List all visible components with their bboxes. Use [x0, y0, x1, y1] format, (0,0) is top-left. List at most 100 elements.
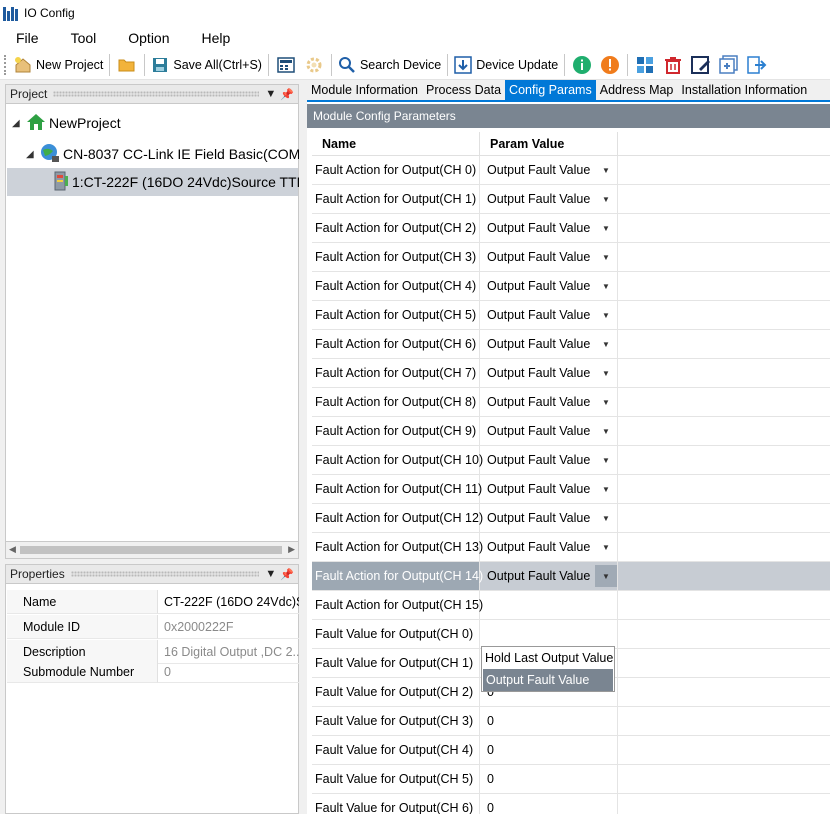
param-value-cell[interactable]	[480, 591, 618, 619]
tree-item-root[interactable]: ◢ NewProject	[12, 112, 121, 134]
menu-option[interactable]: Option	[112, 30, 185, 46]
tree-item-module[interactable]: 1:CT-222F (16DO 24Vdc)Source TTL	[7, 168, 304, 196]
param-value-select[interactable]: Output Fault Value ▼	[480, 562, 618, 590]
chevron-down-icon[interactable]: ▼	[595, 333, 617, 355]
menu-file[interactable]: File	[0, 30, 55, 46]
table-row[interactable]: Fault Action for Output(CH 7) Output Faul…	[312, 359, 830, 388]
tree-horizontal-scrollbar[interactable]: ◀ ▶	[5, 542, 299, 559]
dropdown-option-hold-last[interactable]: Hold Last Output Value	[482, 647, 614, 669]
chevron-down-icon[interactable]: ▼	[595, 188, 617, 210]
collapse-icon[interactable]: ◢	[12, 118, 24, 129]
chevron-down-icon[interactable]: ▼	[595, 391, 617, 413]
chevron-down-icon[interactable]: ▼	[595, 478, 617, 500]
tab-process-data[interactable]: Process Data	[422, 80, 505, 100]
chevron-down-icon[interactable]: ▼	[595, 536, 617, 558]
column-header-param-value[interactable]: Param Value	[480, 132, 618, 155]
tab-module-information[interactable]: Module Information	[307, 80, 422, 100]
param-value-select[interactable]: Output Fault Value ▼	[480, 301, 618, 329]
scrollbar-thumb[interactable]	[20, 546, 282, 554]
table-row[interactable]: Fault Action for Output(CH 2) Output Faul…	[312, 214, 830, 243]
param-value-select[interactable]: Output Fault Value ▼	[480, 330, 618, 358]
param-value-select[interactable]: Output Fault Value ▼	[480, 243, 618, 271]
tab-address-map[interactable]: Address Map	[596, 80, 678, 100]
chevron-down-icon[interactable]: ▼	[595, 449, 617, 471]
panel-dropdown-icon[interactable]: ▼	[265, 88, 276, 100]
pin-icon[interactable]: 📌	[280, 568, 294, 581]
collapse-icon[interactable]: ◢	[26, 149, 38, 160]
param-value-select[interactable]: Output Fault Value ▼	[480, 214, 618, 242]
table-row[interactable]: Fault Action for Output(CH 13) Output Fau…	[312, 533, 830, 562]
chevron-down-icon[interactable]: ▼	[595, 159, 617, 181]
param-value-cell[interactable]	[480, 620, 618, 648]
dropdown-option-output-fault[interactable]: Output Fault Value	[483, 669, 613, 691]
property-row[interactable]: Name CT-222F (16DO 24Vdc)Sc	[7, 590, 299, 614]
chevron-down-icon[interactable]: ▼	[595, 507, 617, 529]
info-button[interactable]	[570, 53, 594, 77]
table-row[interactable]: Fault Value for Output(CH 4) 0	[312, 736, 830, 765]
property-row[interactable]: Module ID 0x2000222F	[7, 615, 299, 639]
column-header-name[interactable]: Name	[312, 132, 480, 155]
chevron-down-icon[interactable]: ▼	[595, 217, 617, 239]
panel-grip[interactable]	[70, 571, 260, 577]
table-row[interactable]: Fault Action for Output(CH 1) Output Faul…	[312, 185, 830, 214]
menu-help[interactable]: Help	[186, 30, 247, 46]
chevron-down-icon[interactable]: ▼	[595, 362, 617, 384]
table-row[interactable]: Fault Action for Output(CH 5) Output Faul…	[312, 301, 830, 330]
table-row[interactable]: Fault Value for Output(CH 6) 0	[312, 794, 830, 814]
tab-installation-information[interactable]: Installation Information	[677, 80, 811, 100]
param-value-select[interactable]: Output Fault Value ▼	[480, 504, 618, 532]
table-row[interactable]: Fault Action for Output(CH 14) Output Fau…	[312, 562, 830, 591]
new-project-button[interactable]: New Project	[11, 52, 106, 78]
panel-grip[interactable]	[53, 91, 260, 97]
chevron-down-icon[interactable]: ▼	[595, 565, 617, 587]
toolbar-grip[interactable]	[4, 54, 7, 75]
param-value-select[interactable]: Output Fault Value ▼	[480, 475, 618, 503]
param-value-select[interactable]: Output Fault Value ▼	[480, 156, 618, 184]
table-row[interactable]: Fault Action for Output(CH 3) Output Faul…	[312, 243, 830, 272]
chevron-down-icon[interactable]: ▼	[595, 275, 617, 297]
tab-config-params[interactable]: Config Params	[505, 80, 596, 100]
table-row[interactable]: Fault Action for Output(CH 11) Output Fau…	[312, 475, 830, 504]
add-module-button[interactable]	[717, 53, 741, 77]
param-value-select[interactable]: Output Fault Value ▼	[480, 388, 618, 416]
scroll-right-icon[interactable]: ▶	[288, 544, 295, 555]
table-row[interactable]: Fault Action for Output(CH 9) Output Faul…	[312, 417, 830, 446]
delete-button[interactable]	[661, 53, 685, 77]
open-folder-button[interactable]	[115, 53, 139, 77]
save-all-button[interactable]: Save All(Ctrl+S)	[148, 52, 265, 78]
menu-tool[interactable]: Tool	[55, 30, 113, 46]
param-value-cell[interactable]: 0	[480, 707, 618, 735]
table-row[interactable]: Fault Action for Output(CH 6) Output Faul…	[312, 330, 830, 359]
property-row[interactable]: Submodule Number 0	[7, 661, 299, 683]
edit-button[interactable]	[689, 53, 713, 77]
export-button[interactable]	[745, 53, 769, 77]
panel-splitter[interactable]	[299, 80, 307, 814]
pin-icon[interactable]: 📌	[280, 88, 294, 101]
panel-dropdown-icon[interactable]: ▼	[265, 568, 276, 580]
warning-button[interactable]	[598, 53, 622, 77]
param-value-select[interactable]: Output Fault Value ▼	[480, 185, 618, 213]
chevron-down-icon[interactable]: ▼	[595, 304, 617, 326]
param-value-select[interactable]: Output Fault Value ▼	[480, 359, 618, 387]
tree-item-coupler[interactable]: ◢ CN-8037 CC-Link IE Field Basic(COM1)	[26, 142, 313, 166]
param-value-select[interactable]: Output Fault Value ▼	[480, 446, 618, 474]
table-row[interactable]: Fault Action for Output(CH 0) Output Faul…	[312, 156, 830, 185]
param-value-cell[interactable]: 0	[480, 736, 618, 764]
device-update-button[interactable]: Device Update	[451, 52, 561, 78]
table-row[interactable]: Fault Action for Output(CH 12) Output Fau…	[312, 504, 830, 533]
param-value-select[interactable]: Output Fault Value ▼	[480, 533, 618, 561]
chevron-down-icon[interactable]: ▼	[595, 420, 617, 442]
param-value-cell[interactable]: 0	[480, 765, 618, 793]
calculator-button[interactable]	[274, 53, 298, 77]
param-value-cell[interactable]: 0	[480, 794, 618, 814]
table-row[interactable]: Fault Value for Output(CH 5) 0	[312, 765, 830, 794]
settings-disabled-button[interactable]	[302, 53, 326, 77]
property-value[interactable]: CT-222F (16DO 24Vdc)Sc	[157, 590, 299, 614]
table-row[interactable]: Fault Action for Output(CH 8) Output Faul…	[312, 388, 830, 417]
search-device-button[interactable]: Search Device	[335, 52, 444, 78]
scroll-left-icon[interactable]: ◀	[9, 544, 16, 555]
param-value-select[interactable]: Output Fault Value ▼	[480, 417, 618, 445]
module-grid-button[interactable]	[633, 53, 657, 77]
param-value-select[interactable]: Output Fault Value ▼	[480, 272, 618, 300]
table-row[interactable]: Fault Action for Output(CH 15)	[312, 591, 830, 620]
